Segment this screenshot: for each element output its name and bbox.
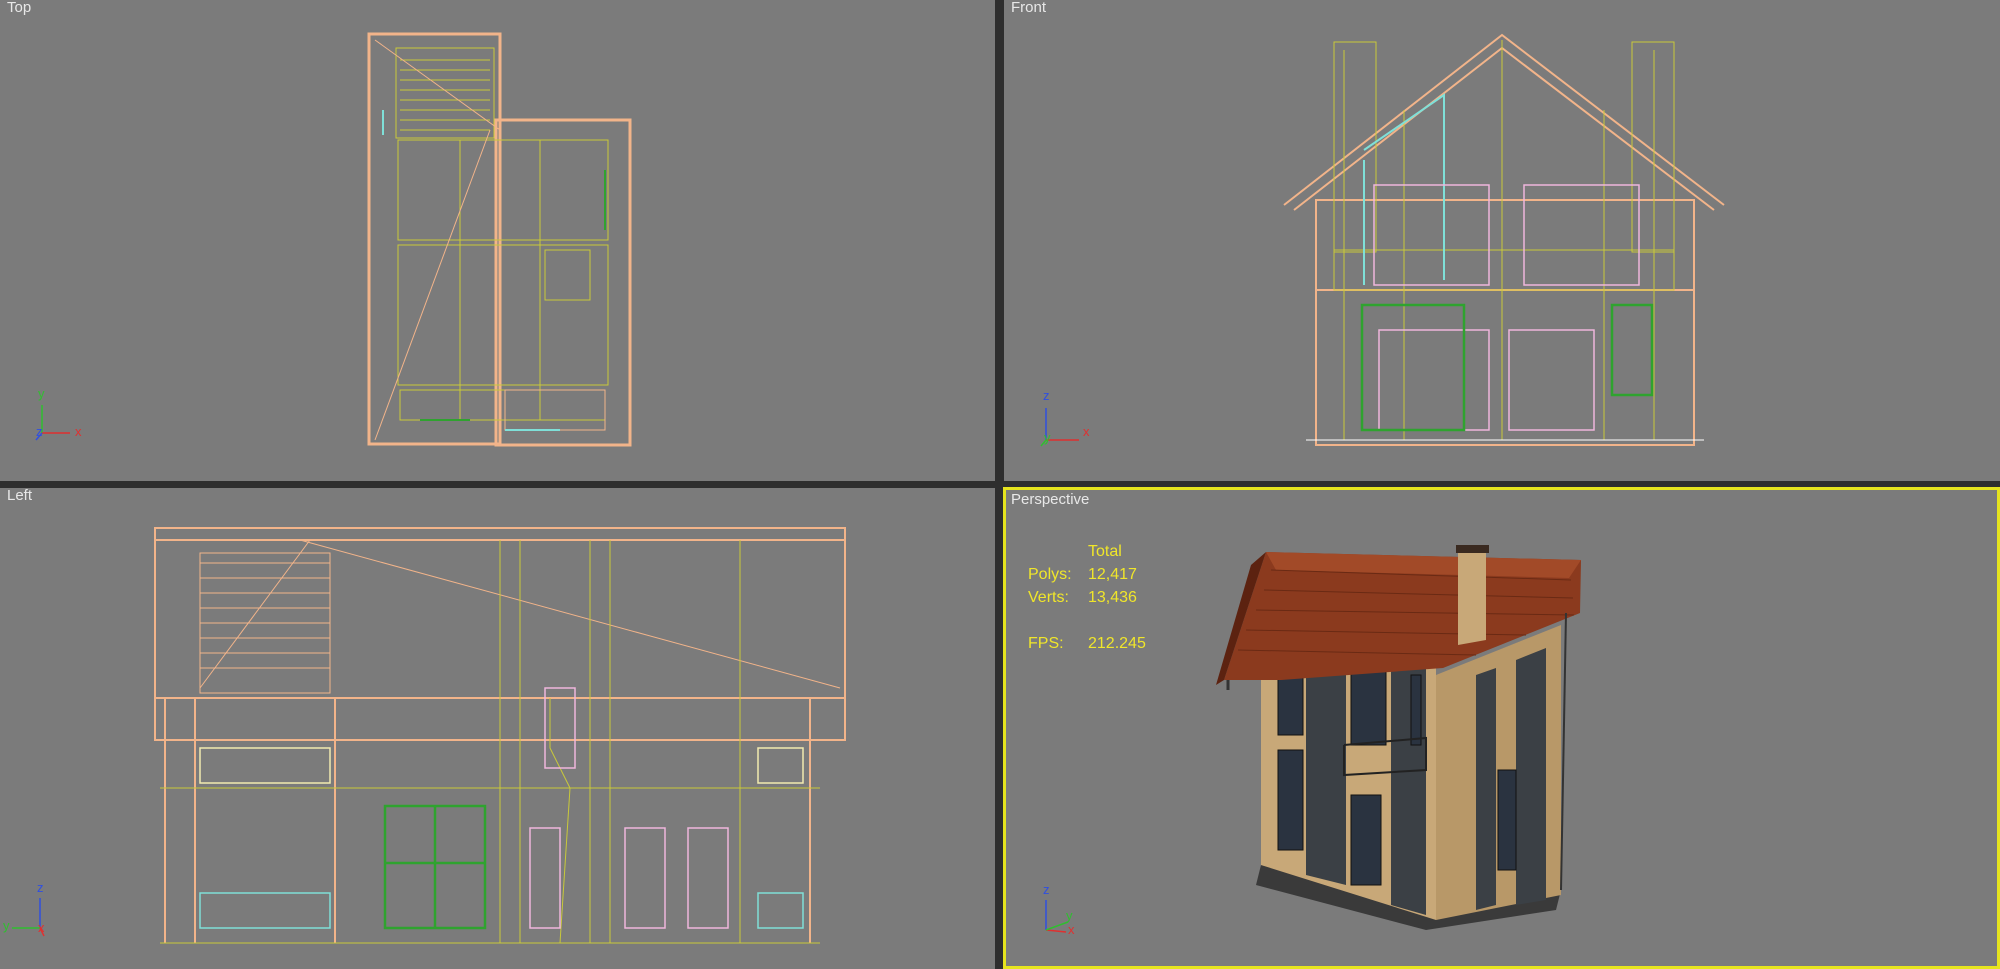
axis-y-label: y xyxy=(3,918,10,933)
axis-x-label: x xyxy=(1083,424,1090,439)
viewport-perspective[interactable]: Perspective Total Polys: 12,417 Verts: 13,… xyxy=(1003,487,2000,969)
axis-x-label: x xyxy=(1068,922,1075,937)
axis-z-label: z xyxy=(37,880,44,895)
axis-y-label: y xyxy=(1066,908,1073,923)
axis-x-label: x xyxy=(75,424,82,439)
axis-x-label: x xyxy=(38,920,45,935)
viewport-left[interactable]: Left z y x xyxy=(0,488,995,969)
axis-z-label: z xyxy=(36,424,43,439)
axis-tripod-left xyxy=(12,898,45,937)
viewport-top[interactable]: Top y x z xyxy=(0,0,995,481)
axis-tripod-front xyxy=(1040,408,1079,447)
viewport-front[interactable]: Front z x y xyxy=(1004,0,2000,481)
axis-tripod-top xyxy=(35,405,70,441)
axis-y-label: y xyxy=(38,386,45,401)
axis-tripod-perspective xyxy=(1045,900,1069,933)
axis-z-label: z xyxy=(1043,388,1050,403)
axis-z-label: z xyxy=(1043,882,1050,897)
axis-y-label: y xyxy=(1044,430,1051,445)
